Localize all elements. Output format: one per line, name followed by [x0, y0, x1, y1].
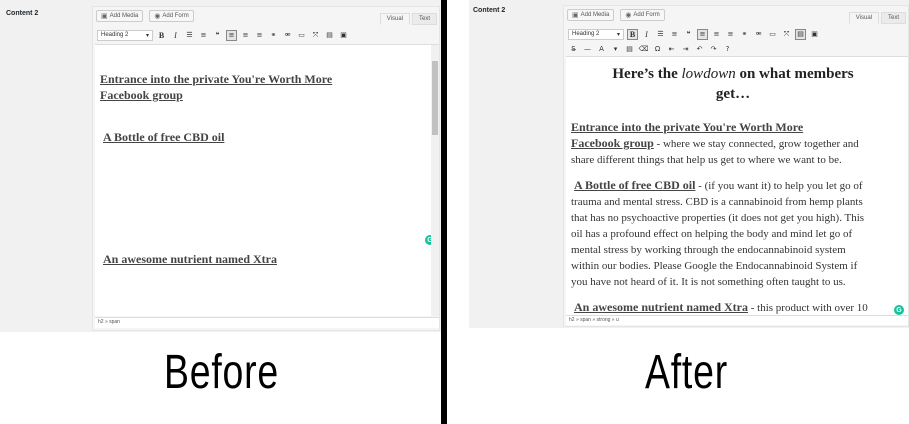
- item-cbd-oil: A Bottle of free CBD oil - (if you want …: [571, 178, 865, 288]
- link-icon[interactable]: ⚭: [739, 29, 750, 40]
- element-path: h2 » span: [95, 317, 439, 328]
- wp-editor: ▣ Add Media ◉ Add Form Visual Text Heading…: [92, 6, 440, 331]
- bullet-list-icon[interactable]: ☰: [184, 30, 195, 41]
- link-icon[interactable]: ⚭: [268, 30, 279, 41]
- wp-content-box: Content 2 ▣ Add Media ◉ Add Form Visual Te…: [469, 0, 909, 328]
- fullscreen-icon[interactable]: ⤧: [781, 29, 792, 40]
- toolbar-toggle-icon[interactable]: ▤: [795, 28, 806, 40]
- editor-toolbar: Heading 2 ▾ B I ☰ ≡ ❝ ≡ ≡ ≡ ⚭ ⚮ ▭ ⤧ ▤ ▣: [95, 28, 437, 42]
- chevron-down-icon: ▾: [145, 32, 149, 39]
- field-label: Content 2: [6, 10, 39, 17]
- page-heading: Here’s the lowdown on what members get…: [612, 66, 854, 102]
- blockquote-icon[interactable]: ❝: [683, 29, 694, 40]
- heading-cbd-oil: A Bottle of free CBD oil: [103, 130, 225, 144]
- help-icon[interactable]: ?: [722, 43, 733, 54]
- indent-icon[interactable]: ⇥: [680, 43, 691, 54]
- bold-icon[interactable]: B: [627, 28, 638, 40]
- add-media-icon: ▣: [101, 13, 108, 20]
- align-center-icon[interactable]: ≡: [711, 29, 722, 40]
- chevron-down-icon: ▾: [616, 31, 620, 38]
- bullet-list-icon[interactable]: ☰: [655, 29, 666, 40]
- read-more-icon[interactable]: ▭: [296, 30, 307, 41]
- add-form-toolbar-icon[interactable]: ▣: [809, 29, 820, 40]
- grammarly-icon[interactable]: G: [894, 305, 904, 315]
- fullscreen-icon[interactable]: ⤧: [310, 30, 321, 41]
- before-panel: Content 2 ▣ Add Media ◉ Add Form Visual Te…: [0, 0, 441, 424]
- undo-icon[interactable]: ↶: [694, 43, 705, 54]
- text-color-icon[interactable]: A: [596, 43, 607, 54]
- align-right-icon[interactable]: ≡: [725, 29, 736, 40]
- paste-text-icon[interactable]: ▤: [624, 43, 635, 54]
- wp-editor: ▣ Add Media ◉ Add Form Visual Text Heading…: [563, 5, 909, 327]
- tab-visual[interactable]: Visual: [848, 12, 879, 24]
- add-form-icon: ◉: [625, 12, 632, 19]
- editor-tabs: Visual Text: [379, 13, 437, 25]
- editor-content[interactable]: Entrance into the private You're Worth M…: [95, 44, 439, 316]
- add-form-icon: ◉: [154, 13, 161, 20]
- format-select[interactable]: Heading 2 ▾: [568, 28, 624, 40]
- add-form-button[interactable]: ◉ Add Form: [149, 10, 194, 22]
- heading-xtra: An awesome nutrient named Xtra: [103, 252, 277, 266]
- wp-content-box: Content 2 ▣ Add Media ◉ Add Form Visual Te…: [0, 0, 441, 332]
- caption-before: Before: [164, 346, 279, 399]
- add-form-toolbar-icon[interactable]: ▣: [338, 30, 349, 41]
- add-form-button[interactable]: ◉ Add Form: [620, 9, 665, 21]
- numbered-list-icon[interactable]: ≡: [669, 29, 680, 40]
- align-right-icon[interactable]: ≡: [254, 30, 265, 41]
- media-buttons: ▣ Add Media ◉ Add Form: [96, 10, 194, 22]
- heading-facebook-group: Entrance into the private You're Worth M…: [100, 72, 333, 102]
- strikethrough-icon[interactable]: S̶: [568, 43, 579, 54]
- align-center-icon[interactable]: ≡: [240, 30, 251, 41]
- italic-icon[interactable]: I: [641, 29, 652, 40]
- special-character-icon[interactable]: Ω: [652, 43, 663, 54]
- caption-after: After: [645, 346, 728, 399]
- bold-icon[interactable]: B: [156, 30, 167, 41]
- add-media-button[interactable]: ▣ Add Media: [96, 10, 144, 22]
- add-media-button[interactable]: ▣ Add Media: [567, 9, 615, 21]
- unlink-icon[interactable]: ⚮: [753, 29, 764, 40]
- item-xtra: An awesome nutrient named Xtra - this pr…: [574, 300, 868, 314]
- editor-tabs: Visual Text: [848, 12, 906, 24]
- media-buttons: ▣ Add Media ◉ Add Form: [567, 9, 665, 21]
- item-facebook-group: Entrance into the private You're Worth M…: [571, 120, 859, 166]
- chevron-down-icon[interactable]: ▾: [610, 43, 621, 54]
- read-more-icon[interactable]: ▭: [767, 29, 778, 40]
- outdent-icon[interactable]: ⇤: [666, 43, 677, 54]
- align-left-icon[interactable]: ≡: [697, 28, 708, 40]
- editor-toolbar-row-2: S̶ — A ▾ ▤ ⌫ Ω ⇤ ⇥ ↶ ↷ ?: [566, 42, 906, 55]
- scrollbar[interactable]: [431, 45, 439, 316]
- after-panel: Content 2 ▣ Add Media ◉ Add Form Visual Te…: [447, 0, 909, 424]
- format-select[interactable]: Heading 2 ▾: [97, 29, 153, 41]
- tab-text[interactable]: Text: [411, 13, 437, 25]
- toolbar-toggle-icon[interactable]: ▤: [324, 30, 335, 41]
- redo-icon[interactable]: ↷: [708, 43, 719, 54]
- tab-text[interactable]: Text: [880, 12, 906, 24]
- scrollbar-thumb[interactable]: [432, 61, 438, 135]
- editor-content[interactable]: Here’s the lowdown on what members get… …: [566, 56, 908, 316]
- horizontal-line-icon[interactable]: —: [582, 43, 593, 54]
- numbered-list-icon[interactable]: ≡: [198, 30, 209, 41]
- unlink-icon[interactable]: ⚮: [282, 30, 293, 41]
- add-media-icon: ▣: [572, 12, 579, 19]
- align-left-icon[interactable]: ≡: [226, 29, 237, 41]
- clear-formatting-icon[interactable]: ⌫: [638, 43, 649, 54]
- field-label: Content 2: [473, 7, 506, 14]
- tab-visual[interactable]: Visual: [379, 13, 410, 25]
- editor-toolbar: Heading 2 ▾ B I ☰ ≡ ❝ ≡ ≡ ≡ ⚭ ⚮ ▭ ⤧ ▤ ▣: [566, 27, 906, 41]
- italic-icon[interactable]: I: [170, 30, 181, 41]
- element-path: h2 » span » strong » u: [566, 315, 908, 325]
- blockquote-icon[interactable]: ❝: [212, 30, 223, 41]
